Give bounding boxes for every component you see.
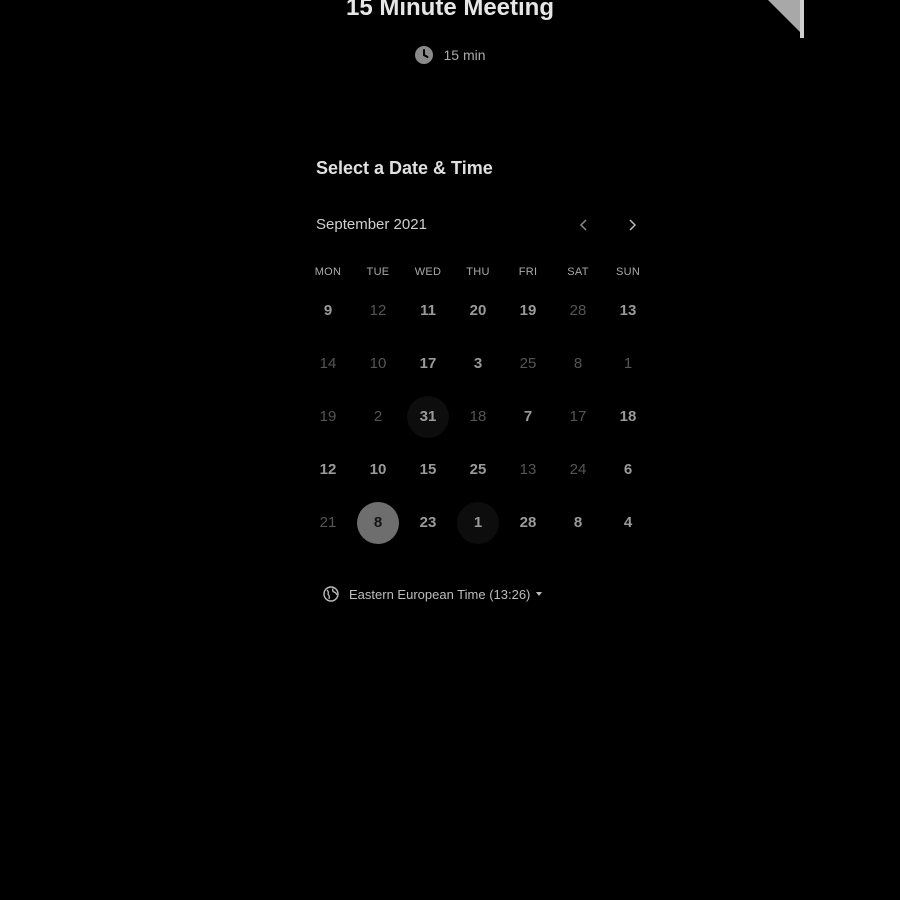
calendar-cell: 2	[353, 390, 403, 443]
calendar-cell: 11	[403, 284, 453, 337]
day-button[interactable]: 23	[407, 502, 449, 544]
chevron-right-icon	[629, 219, 637, 231]
day-button[interactable]: 25	[457, 449, 499, 491]
day-button[interactable]: 9	[307, 290, 349, 332]
weekday-fri: FRI	[518, 266, 538, 278]
day-button[interactable]: 4	[607, 502, 649, 544]
calendar-cell: 31	[403, 390, 453, 443]
calendar-cell: 15	[403, 443, 453, 496]
day-button[interactable]: 6	[607, 449, 649, 491]
globe-icon	[323, 586, 339, 602]
weekday-sat: SAT	[567, 266, 589, 278]
day-button: 25	[519, 355, 537, 372]
day-button[interactable]: 15	[407, 449, 449, 491]
day-button[interactable]: 31	[407, 395, 449, 438]
corner-ribbon	[768, 0, 804, 38]
next-month-button[interactable]	[620, 214, 644, 236]
weekday-mon: MON	[314, 266, 342, 278]
day-button: 21	[319, 514, 337, 531]
calendar-cell: 14	[303, 337, 353, 390]
month-navigation: September 2021	[316, 214, 652, 236]
calendar-cell: 17	[403, 337, 453, 390]
chevron-left-icon	[579, 219, 587, 231]
calendar-cell: 4	[603, 496, 653, 549]
calendar-cell: 28	[553, 284, 603, 337]
day-button: 1	[623, 355, 633, 372]
calendar-cell: 13	[603, 284, 653, 337]
calendar-cell: 10	[353, 337, 403, 390]
day-button[interactable]: 3	[457, 343, 499, 385]
weekday-header: MON TUE WED THU FRI SAT SUN	[303, 266, 653, 278]
selected-day-button[interactable]: 8	[357, 501, 399, 544]
calendar-cell: 8	[553, 337, 603, 390]
day-button[interactable]: 7	[507, 396, 549, 438]
duration-label: 15 min	[443, 47, 486, 63]
day-button[interactable]: 13	[607, 290, 649, 332]
day-button[interactable]: 11	[407, 290, 449, 332]
day-button: 18	[469, 408, 487, 425]
day-button: 2	[373, 408, 383, 425]
calendar-cell: 1	[453, 496, 503, 549]
calendar-cell: 19	[303, 390, 353, 443]
calendar-cell: 25	[503, 337, 553, 390]
calendar-cell: 12	[353, 284, 403, 337]
timezone-label: Eastern European Time (13:26)	[349, 586, 531, 602]
day-button: 19	[319, 408, 337, 425]
weekday-wed: WED	[414, 266, 442, 278]
calendar-cell: 20	[453, 284, 503, 337]
day-button[interactable]: 20	[457, 290, 499, 332]
event-title: 15 Minute Meeting	[345, 0, 555, 21]
day-button[interactable]: 19	[507, 290, 549, 332]
calendar-cell: 8	[553, 496, 603, 549]
day-button[interactable]: 17	[407, 343, 449, 385]
calendar-cell: 9	[303, 284, 353, 337]
day-button[interactable]: 8	[557, 502, 599, 544]
day-button: 8	[573, 355, 583, 372]
picker-heading: Select a Date & Time	[316, 158, 493, 178]
calendar-cell: 17	[553, 390, 603, 443]
calendar-cell: 18	[453, 390, 503, 443]
calendar-cell: 18	[603, 390, 653, 443]
calendar-cell: 12	[303, 443, 353, 496]
day-button[interactable]: 28	[507, 502, 549, 544]
day-button: 28	[569, 302, 587, 319]
weekday-thu: THU	[466, 266, 490, 278]
timezone-selector[interactable]: Eastern European Time (13:26)	[323, 586, 543, 602]
calendar-cell: 25	[453, 443, 503, 496]
month-label: September 2021	[316, 216, 427, 233]
day-button: 10	[369, 355, 387, 372]
day-button[interactable]: 12	[307, 449, 349, 491]
event-duration: 15 min	[0, 45, 900, 65]
calendar-grid: 9 12 11 20 19 28 13 14 10 17 3 25 8 1 19 2 31 18 7 17 18 12 10…	[303, 284, 653, 549]
caret-down-icon	[536, 592, 543, 596]
clock-icon	[415, 46, 434, 64]
day-button: 12	[369, 302, 387, 319]
day-button: 13	[519, 461, 537, 478]
calendar-cell: 3	[453, 337, 503, 390]
calendar-cell: 13	[503, 443, 553, 496]
day-button: 14	[319, 355, 337, 372]
day-button: 24	[569, 461, 587, 478]
day-button[interactable]: 1	[457, 501, 499, 544]
calendar-cell: 21	[303, 496, 353, 549]
calendar-cell: 10	[353, 443, 403, 496]
day-button[interactable]: 10	[357, 449, 399, 491]
day-button: 17	[569, 408, 587, 425]
day-button[interactable]: 18	[607, 396, 649, 438]
calendar-cell: 23	[403, 496, 453, 549]
calendar-cell: 28	[503, 496, 553, 549]
calendar-cell: 19	[503, 284, 553, 337]
calendar-cell: 24	[553, 443, 603, 496]
calendar-cell: 1	[603, 337, 653, 390]
calendar-cell: 6	[603, 443, 653, 496]
weekday-tue: TUE	[366, 266, 390, 278]
previous-month-button[interactable]	[572, 214, 596, 236]
weekday-sun: SUN	[615, 266, 641, 278]
calendar-cell: 8	[353, 496, 403, 549]
calendar-cell: 7	[503, 390, 553, 443]
